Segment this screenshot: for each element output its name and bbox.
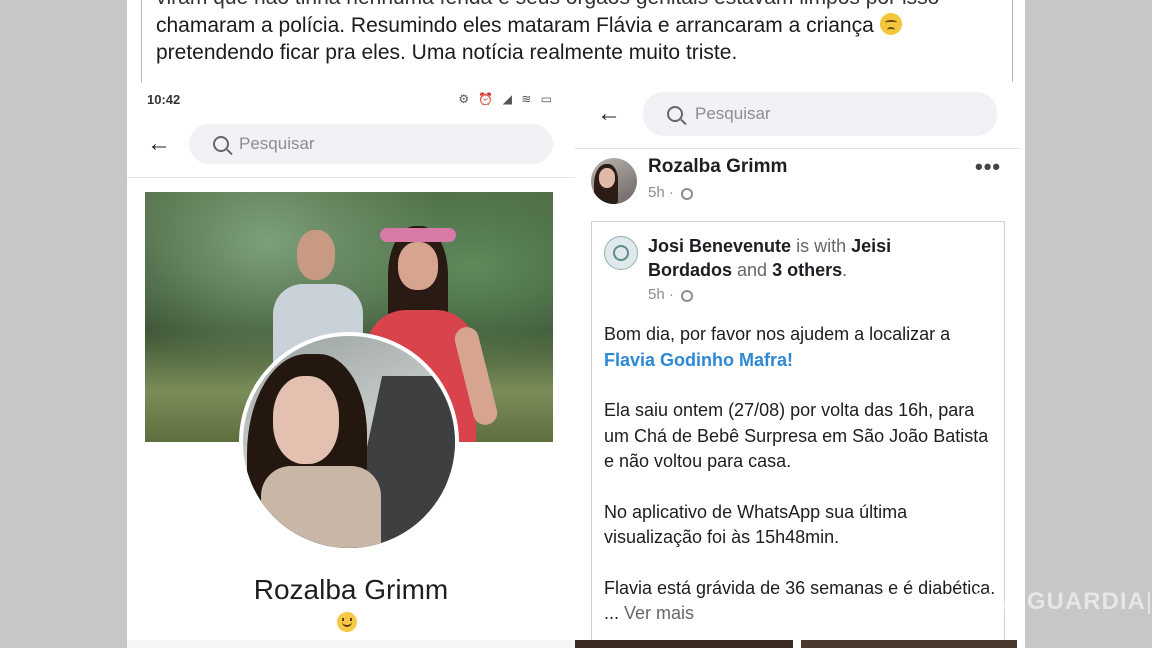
mention-link[interactable]: Flavia Godinho Mafra! (604, 350, 793, 370)
left-margin (0, 0, 127, 648)
shared-author-name[interactable]: Josi Benevenute (648, 236, 791, 256)
shared-post-timestamp: 5h · (648, 286, 694, 303)
search-placeholder: Pesquisar (239, 134, 315, 153)
post-paragraph: Flavia está grávida de 36 semanas e é di… (604, 577, 996, 624)
back-arrow-icon[interactable]: ← (597, 100, 621, 128)
shared-post-header: Josi Benevenute is with Jeisi Bordados a… (648, 236, 892, 280)
post-text-block: viram que não tinha nenhuma fenda e seus… (141, 0, 1013, 82)
post-images-strip[interactable] (575, 640, 1025, 648)
shared-post: Josi Benevenute is with Jeisi Bordados a… (591, 221, 1005, 648)
globe-icon (681, 290, 694, 302)
sad-face-emoji-icon (879, 13, 902, 35)
more-options-icon[interactable]: ••• (975, 154, 1001, 180)
post-paragraph: Ela saiu ontem (27/08) por volta das 16h… (604, 400, 989, 471)
back-arrow-icon[interactable]: ← (147, 130, 171, 158)
search-input[interactable]: Pesquisar (189, 124, 553, 164)
screenshot-card: viram que não tinha nenhuma fenda e seus… (127, 0, 1025, 648)
post-timestamp: 5h · (648, 184, 694, 201)
globe-icon (681, 188, 694, 200)
post-text-line: pretendendo ficar pra eles. Uma notícia … (156, 41, 738, 64)
right-phone-screenshot: ← Pesquisar Rozalba Grimm 5h · ••• Josi … (575, 84, 1025, 648)
status-time: 10:42 (147, 92, 181, 107)
left-phone-screenshot: 10:42 ⚙ ⏰ ◢ ≋ ▭ ← Pesquisar Rozalba Grim… (127, 84, 575, 648)
post-text-line: chamaram a polícia. Resumindo eles matar… (156, 13, 902, 38)
shared-author-avatar[interactable] (604, 236, 638, 270)
tagged-others-link[interactable]: 3 others (772, 260, 842, 280)
post-paragraph: Bom dia, por favor nos ajudem a localiza… (604, 324, 951, 370)
post-text-line: viram que não tinha nenhuma fenda e seus… (156, 0, 939, 10)
search-input[interactable]: Pesquisar (643, 92, 997, 136)
post-author-name[interactable]: Rozalba Grimm (648, 156, 787, 178)
post-author-avatar[interactable] (591, 158, 637, 204)
watermark-logo: VANGUARDIA|MX (975, 588, 1152, 615)
search-icon (213, 136, 229, 152)
divider (575, 148, 1020, 149)
divider (127, 177, 575, 178)
search-icon (667, 106, 683, 122)
see-more-link[interactable]: Ver mais (624, 603, 694, 623)
status-icons: ⚙ ⏰ ◢ ≋ ▭ (458, 92, 555, 106)
profile-avatar[interactable] (239, 332, 459, 552)
profile-name: Rozalba Grimm (253, 574, 449, 605)
smiling-face-emoji-icon (337, 612, 357, 632)
shared-post-body: Bom dia, por favor nos ajudem a localiza… (604, 322, 996, 627)
search-placeholder: Pesquisar (695, 104, 771, 123)
status-bar: 10:42 ⚙ ⏰ ◢ ≋ ▭ (147, 92, 555, 110)
right-margin (1025, 0, 1152, 648)
divider (127, 640, 575, 648)
post-paragraph: No aplicativo de WhatsApp sua última vis… (604, 501, 908, 548)
